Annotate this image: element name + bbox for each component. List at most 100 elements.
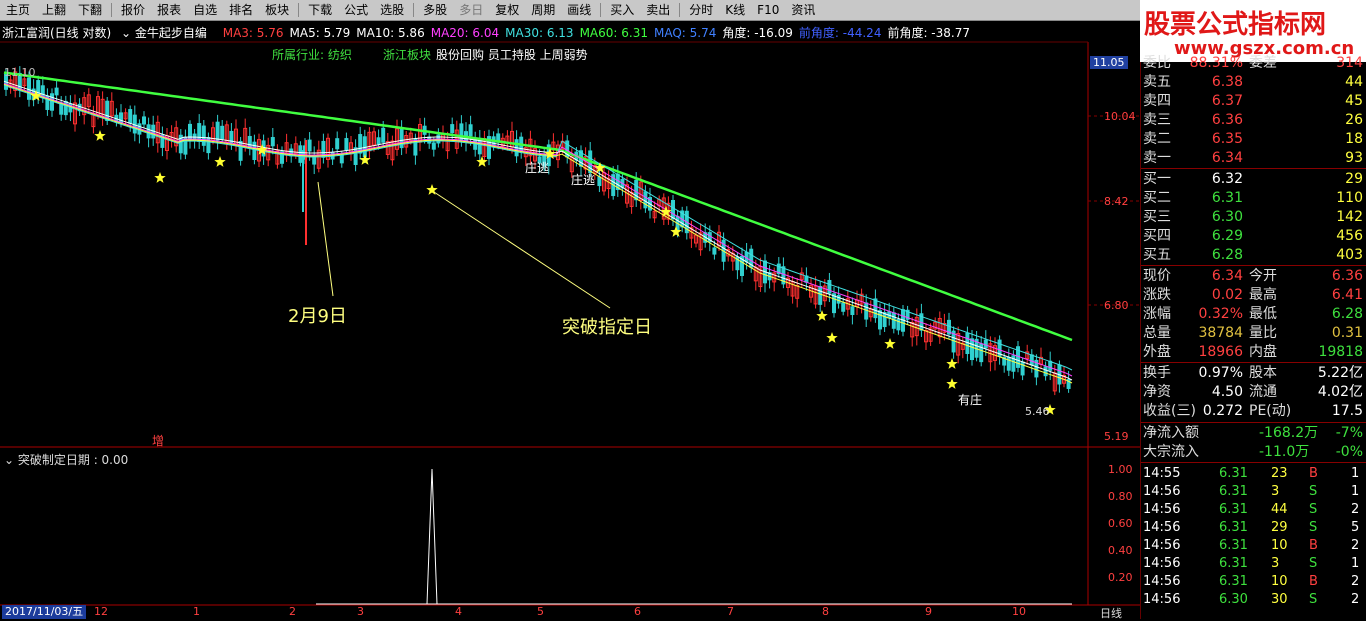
- quote-cell: 最低: [1249, 306, 1277, 322]
- quote-cell: 6.37: [1211, 93, 1243, 109]
- candle-body: [307, 139, 312, 152]
- stock-title[interactable]: 浙江富润(日线 对数): [2, 26, 111, 40]
- quote-cell: 6.30: [1211, 209, 1243, 225]
- low-price-label: 5.46: [1025, 405, 1050, 418]
- indicator-tick-label: 0.80: [1108, 490, 1133, 503]
- tick-cell: B: [1309, 538, 1318, 553]
- annotation-youzhuang: 有庄: [958, 393, 983, 407]
- quote-row: 买五 6.28 403: [1141, 246, 1365, 265]
- candle-body: [841, 302, 846, 312]
- tick-cell: 1: [1351, 466, 1360, 481]
- quote-cell: 6.36: [1331, 268, 1363, 284]
- quote-cell: 44: [1345, 74, 1363, 90]
- candle-body: [339, 154, 344, 164]
- candle-body: [983, 339, 988, 349]
- annotation-zhuang-2: 庄逃: [571, 173, 596, 187]
- quote-cell: 5.22亿: [1317, 365, 1363, 381]
- tick-cell: 14:56: [1143, 574, 1181, 589]
- candle-body: [450, 124, 455, 134]
- flow-label: 净流入额: [1143, 425, 1199, 441]
- quote-cell: 涨跌: [1143, 287, 1171, 303]
- quote-cell: 17.5: [1331, 403, 1363, 419]
- quote-cell: 403: [1336, 247, 1363, 263]
- quote-cell: 0.31: [1331, 325, 1363, 341]
- candle-body: [376, 137, 381, 145]
- quote-cell: 26: [1345, 112, 1363, 128]
- tick-cell: S: [1309, 502, 1318, 517]
- ma-legend-item: 角度: -16.09: [722, 26, 793, 40]
- signal-star: [884, 338, 896, 349]
- tick-cell: 2: [1351, 592, 1360, 607]
- tick-cell: 6.31: [1219, 520, 1248, 535]
- indicator-spike: [426, 468, 438, 605]
- block-label[interactable]: 浙江板块: [383, 46, 431, 63]
- tick-cell: 6.31: [1219, 574, 1248, 589]
- signal-star: [214, 156, 226, 167]
- candle-body: [836, 294, 841, 304]
- quote-cell: 收益(三): [1143, 403, 1196, 419]
- tick-cell: 6.31: [1219, 502, 1248, 517]
- tick-row: 14:56 6.31 10 B 2: [1141, 537, 1365, 555]
- quote-cell: 净资: [1143, 384, 1171, 400]
- tick-row: 14:56 6.30 30 S 2: [1141, 591, 1365, 609]
- candle-body: [142, 116, 146, 125]
- quote-row: 买三 6.30 142: [1141, 208, 1365, 227]
- candle-body: [54, 87, 59, 96]
- candle-body: [818, 285, 823, 305]
- quote-cell: 19818: [1318, 344, 1363, 360]
- candle-body: [431, 142, 436, 150]
- tick-cell: S: [1309, 520, 1318, 535]
- quote-cell: 6.28: [1331, 306, 1363, 322]
- quote-row: 涨幅 0.32% 最低 6.28: [1141, 305, 1365, 324]
- breakout-pointer: [433, 191, 611, 309]
- candle-body: [712, 247, 717, 255]
- candle-body: [1029, 354, 1034, 366]
- candle-body: [128, 109, 133, 124]
- quote-cell: 110: [1336, 190, 1363, 206]
- quote-cell: 外盘: [1143, 344, 1171, 360]
- indicator-title[interactable]: ⌄ 突破制定日期 : 0.00: [4, 451, 128, 468]
- quote-cell: 买五: [1143, 247, 1171, 263]
- candle-body: [220, 125, 225, 140]
- candle-body: [873, 298, 878, 319]
- quote-cell: 4.02亿: [1317, 384, 1363, 400]
- kline-chart[interactable]: [0, 0, 1140, 619]
- flow-value: -168.2万: [1259, 425, 1319, 441]
- formula-name: 金牛起步自编: [134, 26, 207, 40]
- candle-body: [197, 123, 202, 142]
- price-tick-label: 11.05: [1090, 56, 1128, 69]
- candle-body: [362, 136, 367, 158]
- ma-legend-item: MA5: 5.79: [289, 26, 351, 40]
- quote-row: 卖二 6.35 18: [1141, 130, 1365, 149]
- formula-dropdown[interactable]: ⌄ 金牛起步自编: [121, 26, 213, 40]
- quote-cell: 6.32: [1211, 171, 1243, 187]
- quote-cell: 0.97%: [1198, 365, 1243, 381]
- tick-cell: 3: [1271, 556, 1280, 571]
- quote-cell: 88.31%: [1189, 55, 1243, 71]
- quote-cell: 委差: [1249, 55, 1277, 71]
- quote-cell: 买一: [1143, 171, 1171, 187]
- quote-row: 收益(三) 0.272 PE(动) 17.5: [1141, 402, 1365, 421]
- quote-cell: 6.29: [1211, 228, 1243, 244]
- indicator-tick-label: 0.60: [1108, 517, 1133, 530]
- tick-cell: 14:56: [1143, 484, 1181, 499]
- signal-star: [826, 332, 838, 343]
- quote-cell: 总量: [1143, 325, 1171, 341]
- quote-cell: 6.34: [1211, 268, 1243, 284]
- quote-cell: 内盘: [1249, 344, 1277, 360]
- tick-cell: 14:56: [1143, 556, 1181, 571]
- quote-row: 涨跌 0.02 最高 6.41: [1141, 286, 1365, 305]
- quote-cell: 股本: [1249, 365, 1277, 381]
- tick-cell: 14:56: [1143, 538, 1181, 553]
- tick-cell: B: [1309, 574, 1318, 589]
- quote-cell: 现价: [1143, 268, 1171, 284]
- quote-row: 委比 88.31% 委差 314: [1141, 54, 1365, 73]
- price-tick-label: 10.04: [1104, 110, 1136, 123]
- candle-body: [335, 138, 340, 150]
- signal-star: [816, 310, 828, 321]
- signal-star: [94, 130, 106, 141]
- tick-cell: B: [1309, 466, 1318, 481]
- quote-cell: 6.31: [1211, 190, 1243, 206]
- candle-body: [1048, 360, 1053, 371]
- divider: [1141, 422, 1366, 423]
